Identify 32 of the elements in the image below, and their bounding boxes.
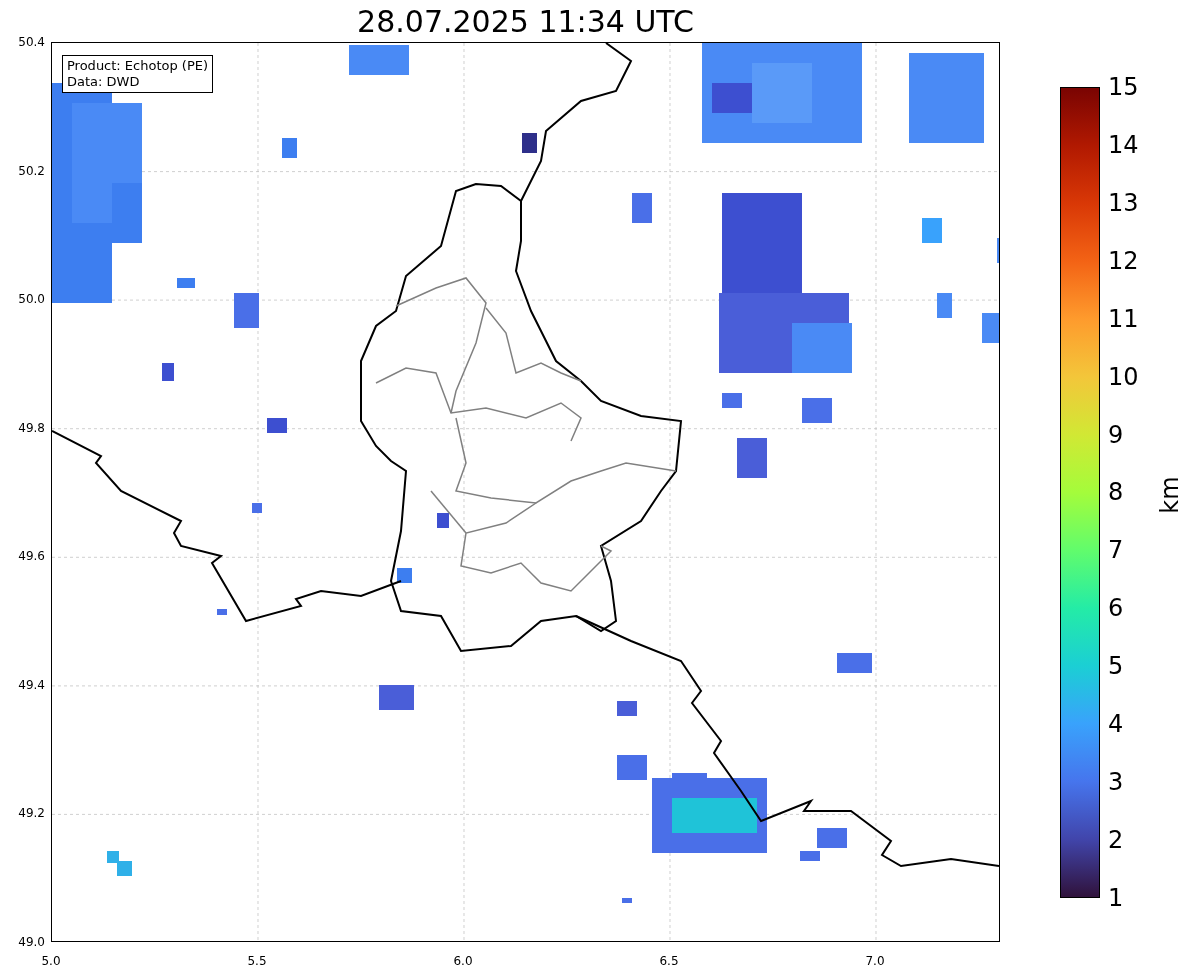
y-tick-label: 49.2 [18, 805, 45, 822]
x-tick-label: 6.0 [452, 953, 474, 969]
x-tick-label: 7.0 [864, 953, 886, 969]
colorbar-tick-label: 7 [1108, 537, 1125, 564]
colorbar-tick-label: 11 [1108, 305, 1139, 332]
colorbar-tick-label: 8 [1108, 479, 1125, 506]
x-tick-label: 5.5 [246, 953, 268, 969]
colorbar-tick-label: 12 [1108, 247, 1139, 274]
y-tick-label: 50.4 [18, 34, 45, 50]
y-tick-label: 49.0 [18, 933, 45, 950]
map-title: 28.07.2025 11:34 UTC [356, 4, 695, 41]
y-tick-label: 49.4 [18, 676, 45, 693]
colorbar-tick-label: 15 [1108, 74, 1139, 100]
x-tick-label: 5.0 [40, 953, 62, 969]
y-tick-label: 50.2 [18, 162, 45, 179]
y-tick-label: 49.6 [18, 548, 45, 565]
colorbar-tick-label: 4 [1108, 711, 1125, 738]
colorbar-tick-label: 6 [1108, 595, 1125, 622]
colorbar-tick-label: 9 [1108, 421, 1125, 448]
colorbar-tick-label: 14 [1108, 131, 1139, 158]
legend-text: Data: DWD [67, 74, 141, 90]
colorbar-tick-label: 10 [1108, 363, 1139, 390]
colorbar-tick-label: 2 [1108, 827, 1125, 853]
colorbar-tick-label: 13 [1108, 189, 1139, 216]
colorbar-tick-label: 5 [1108, 653, 1125, 680]
colorbar-tick-label: 3 [1108, 769, 1125, 796]
colorbar-label: km [1156, 476, 1178, 514]
colorbar-tick-label: 1 [1108, 884, 1125, 911]
y-tick-label: 49.8 [18, 419, 45, 436]
y-tick-label: 50.0 [18, 291, 45, 308]
x-tick-label: 6.5 [658, 953, 680, 969]
legend-text: Product: Echotop (PE) [67, 58, 209, 74]
